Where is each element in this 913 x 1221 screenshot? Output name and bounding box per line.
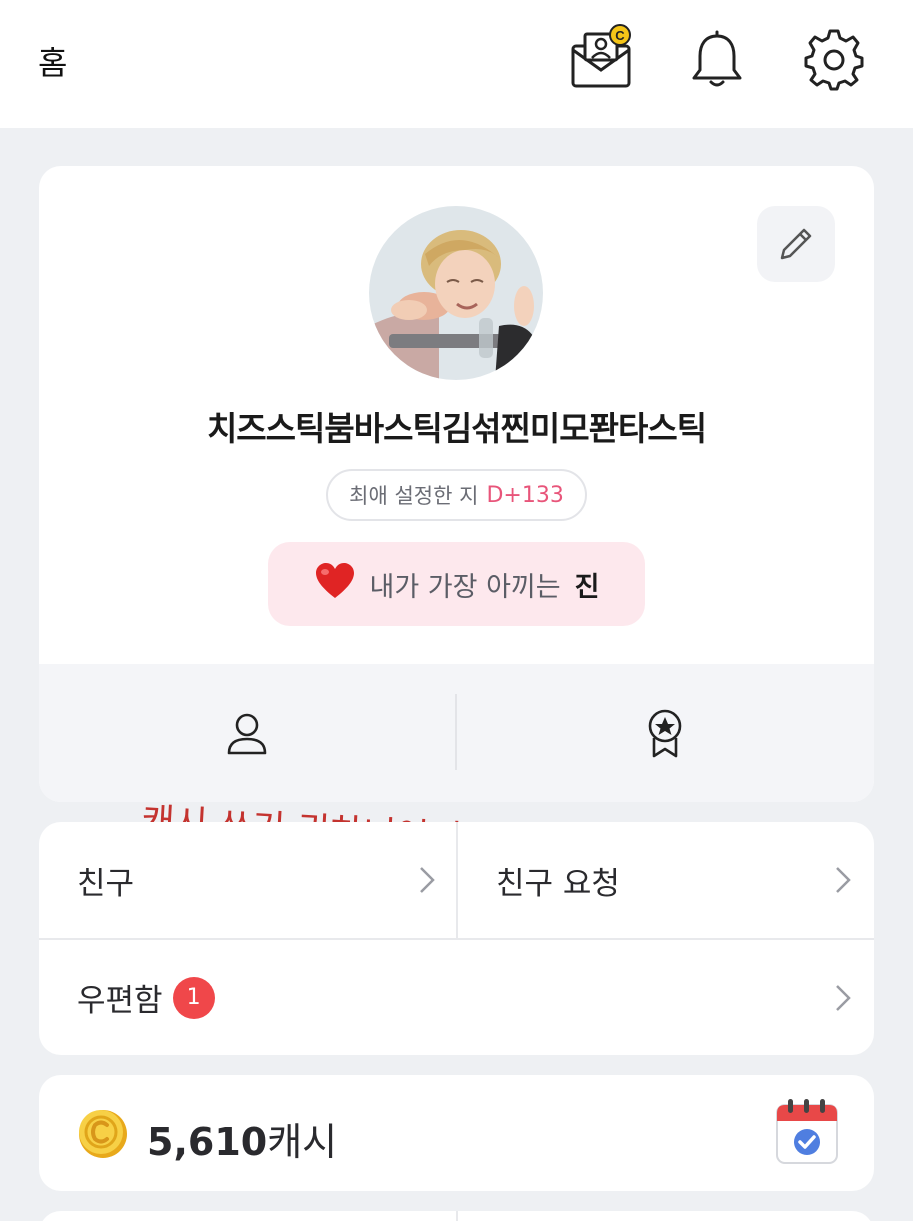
mailbox-menu-item[interactable]: 우편함 1 bbox=[77, 975, 215, 1020]
favorite-name: 진 bbox=[574, 571, 600, 603]
chevron-right-icon bbox=[836, 985, 851, 1011]
cash-unit: 캐시 bbox=[267, 1120, 338, 1164]
dday-value: D+133 bbox=[486, 482, 564, 508]
coin-icon bbox=[79, 1110, 127, 1158]
edit-profile-button[interactable] bbox=[757, 206, 835, 282]
actions-divider bbox=[455, 694, 457, 770]
profile-card: 치즈스틱붐바스틱김섞찐미모퐌타스틱 최애 설정한 지 D+133 내가 가장 아… bbox=[39, 166, 874, 802]
mail-cash-icon[interactable]: C bbox=[565, 24, 637, 96]
page-title: 홈 bbox=[38, 44, 68, 82]
award-star-icon[interactable] bbox=[635, 704, 695, 764]
settings-gear-icon[interactable] bbox=[798, 24, 870, 96]
menu-card: 친구 친구 요청 우편함 1 bbox=[39, 822, 874, 1055]
cash-balance: 5,610캐시 bbox=[147, 1111, 337, 1166]
friends-label: 친구 bbox=[77, 866, 135, 902]
profile-actions-bar bbox=[39, 664, 874, 802]
next-card-divider bbox=[456, 1211, 458, 1221]
next-card-partial bbox=[39, 1211, 874, 1221]
friend-requests-menu-item[interactable]: 친구 요청 bbox=[496, 858, 620, 903]
chevron-right-icon bbox=[420, 867, 435, 893]
mailbox-count-badge: 1 bbox=[172, 976, 215, 1019]
dday-badge: 최애 설정한 지 D+133 bbox=[326, 469, 587, 521]
mailbox-label: 우편함 bbox=[77, 983, 163, 1019]
favorite-prefix: 내가 가장 아끼는 bbox=[369, 571, 561, 603]
pencil-icon bbox=[780, 228, 812, 260]
profile-avatar[interactable] bbox=[369, 206, 543, 380]
svg-text:C: C bbox=[615, 28, 625, 43]
person-icon[interactable] bbox=[217, 704, 277, 764]
heart-icon bbox=[314, 562, 356, 606]
chevron-right-icon bbox=[836, 867, 851, 893]
profile-nickname: 치즈스틱붐바스틱김섞찐미모퐌타스틱 bbox=[206, 409, 707, 448]
menu-horizontal-divider bbox=[39, 938, 874, 940]
favorite-member-pill[interactable]: 내가 가장 아끼는 진 bbox=[268, 542, 645, 626]
dday-label: 최애 설정한 지 bbox=[349, 484, 479, 508]
menu-vertical-divider bbox=[456, 822, 458, 938]
friends-menu-item[interactable]: 친구 bbox=[77, 858, 134, 903]
friend-requests-label: 친구 요청 bbox=[496, 866, 620, 902]
cash-card[interactable]: 5,610캐시 bbox=[39, 1075, 874, 1191]
top-bar: 홈 C bbox=[0, 0, 913, 128]
calendar-check-icon[interactable] bbox=[774, 1097, 840, 1167]
bell-icon[interactable] bbox=[681, 24, 753, 96]
cash-amount-value: 5,610 bbox=[147, 1120, 268, 1164]
